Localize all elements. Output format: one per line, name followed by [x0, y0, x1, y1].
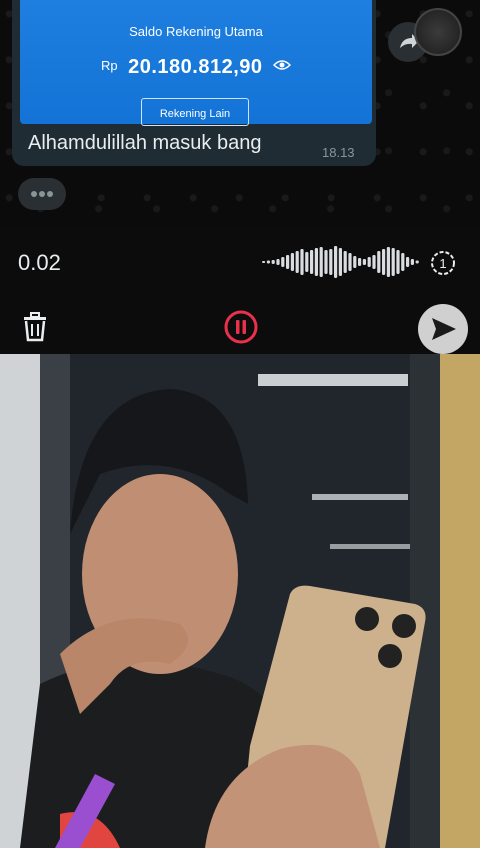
- other-accounts-button[interactable]: Rekening Lain: [141, 98, 249, 126]
- waveform-bar: [406, 257, 410, 267]
- waveform-bar: [396, 250, 400, 274]
- floating-avatar[interactable]: [414, 8, 462, 56]
- speed-icon: 1: [431, 251, 455, 275]
- waveform-bar: [319, 247, 323, 277]
- dots-icon: [31, 191, 53, 197]
- trash-icon: [24, 312, 46, 342]
- waveform-bar: [372, 255, 376, 269]
- send-icon: [432, 318, 456, 340]
- waveform-bar: [391, 248, 395, 276]
- balance-title: Saldo Rekening Utama: [129, 24, 263, 39]
- waveform-bar: [343, 251, 347, 273]
- voice-recording-bar: 0.02 1: [0, 228, 480, 354]
- waveform-bar: [358, 258, 362, 266]
- waveform-bar: [281, 257, 285, 267]
- recording-timer: 0.02: [18, 250, 61, 275]
- waveform-bar: [410, 259, 414, 265]
- eye-icon[interactable]: [272, 58, 292, 76]
- message-time: 18.13: [322, 145, 355, 160]
- waveform-bar: [338, 248, 342, 276]
- waveform-bar: [300, 249, 304, 275]
- waveform-bar: [353, 256, 357, 268]
- pause-button[interactable]: [223, 309, 259, 345]
- waveform-bar: [290, 253, 294, 271]
- message-text: Alhamdulillah masuk bang: [28, 132, 262, 154]
- balance-amount: Rp 20.180.812,90: [20, 56, 372, 79]
- waveform-bar: [367, 257, 371, 267]
- speed-label: 1: [439, 256, 446, 271]
- waveform-bar: [362, 259, 366, 265]
- video-frame-image: [0, 354, 480, 848]
- delete-button[interactable]: [22, 312, 48, 342]
- waveform-bar: [286, 255, 290, 269]
- waveform-bar: [415, 260, 419, 264]
- chat-area: Saldo Rekening Utama Rp 20.180.812,90 Re…: [0, 0, 480, 228]
- waveform-bar: [314, 248, 318, 276]
- balance-value: 20.180.812,90: [128, 56, 263, 78]
- waveform-bar: [295, 251, 299, 273]
- waveform-bar: [377, 251, 381, 273]
- waveform-bar: [262, 261, 266, 263]
- currency-label: Rp: [101, 58, 118, 73]
- pause-icon: [224, 310, 258, 344]
- waveform-bar: [334, 246, 338, 278]
- waveform-bar: [276, 259, 280, 265]
- waveform-bar: [324, 250, 328, 274]
- typing-indicator: [18, 178, 66, 210]
- playback-speed-button[interactable]: 1: [430, 250, 456, 276]
- waveform: [262, 246, 419, 278]
- waveform-bar: [386, 247, 390, 277]
- waveform-bar: [348, 253, 352, 271]
- waveform-bar: [401, 253, 405, 271]
- bank-balance-card[interactable]: Saldo Rekening Utama Rp 20.180.812,90 Re…: [20, 0, 372, 126]
- waveform-bar: [271, 260, 275, 264]
- waveform-bar: [382, 249, 386, 275]
- waveform-bar: [329, 249, 333, 275]
- send-button[interactable]: [418, 304, 468, 354]
- waveform-bar: [266, 260, 270, 264]
- waveform-bar: [310, 250, 314, 274]
- waveform-bar: [305, 252, 309, 272]
- camera-video-feed: [0, 354, 480, 848]
